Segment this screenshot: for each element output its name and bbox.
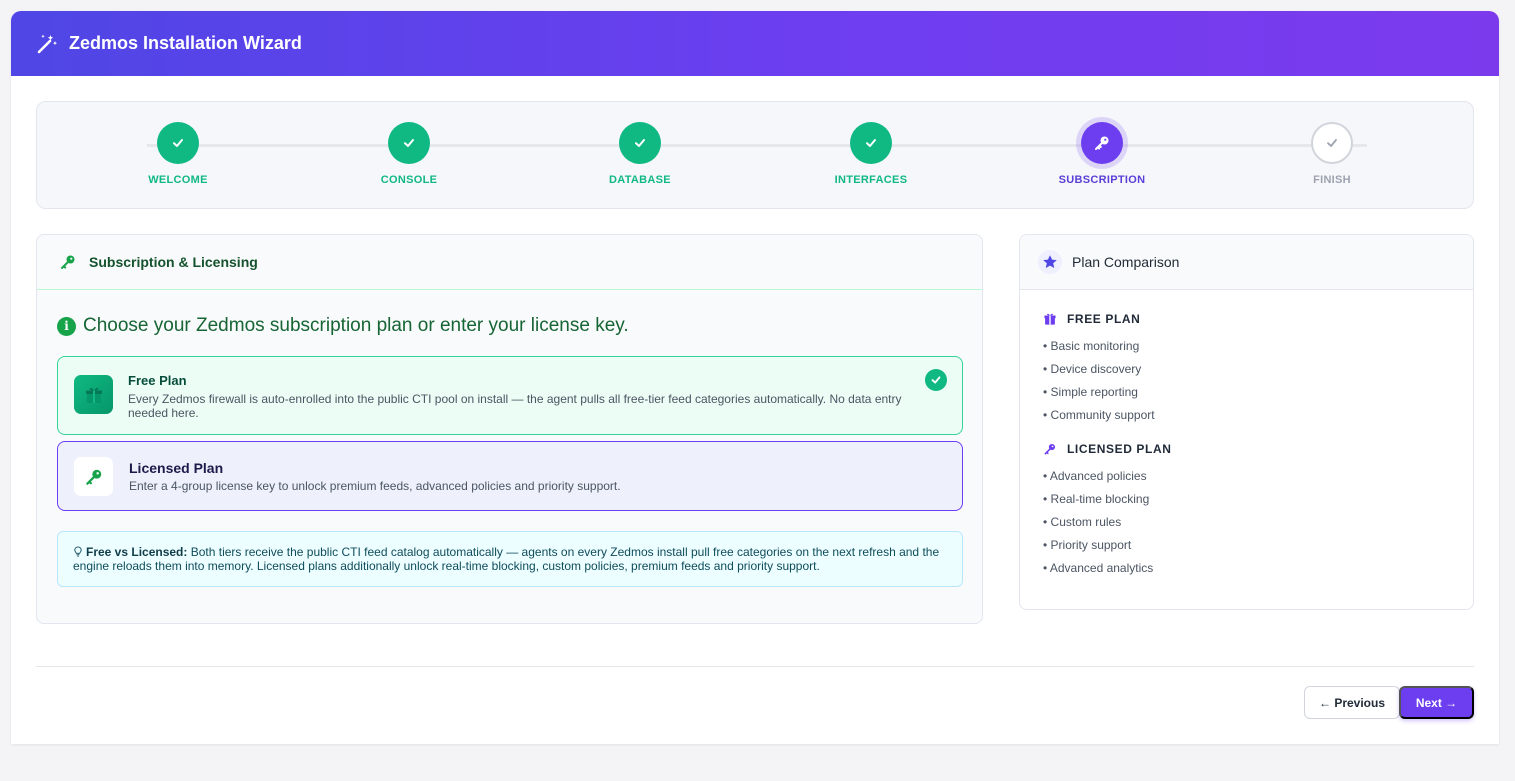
plan-description: Enter a 4-group license key to unlock pr… <box>129 479 621 493</box>
step-label: FINISH <box>1313 174 1351 186</box>
step-console[interactable]: CONSOLE <box>329 122 489 186</box>
plan-title: Free Plan <box>128 373 187 388</box>
plan-description: Every Zedmos firewall is auto-enrolled i… <box>128 392 902 420</box>
key-icon <box>57 251 79 273</box>
licensed-feature-item: • Priority support <box>1043 538 1132 552</box>
gift-icon <box>1043 312 1057 326</box>
plan-comparison-title: Plan Comparison <box>1072 254 1180 270</box>
step-label: DATABASE <box>609 174 671 186</box>
magic-wand-icon <box>37 34 58 53</box>
step-database[interactable]: DATABASE <box>560 122 720 186</box>
free-plan-section-title: FREE PLAN <box>1067 312 1141 326</box>
step-pending-circle <box>1311 122 1353 164</box>
step-label: CONSOLE <box>380 174 438 186</box>
step-subscription[interactable]: SUBSCRIPTION <box>1022 122 1182 186</box>
check-icon <box>866 139 876 147</box>
licensed-plan-section-title: LICENSED PLAN <box>1067 442 1172 456</box>
step-interfaces[interactable]: INTERFACES <box>791 122 951 186</box>
footer-divider <box>36 666 1474 667</box>
subscription-card-title: Subscription & Licensing <box>89 254 258 270</box>
subscription-card-header: Subscription & Licensing <box>37 235 982 290</box>
step-complete-circle <box>850 122 892 164</box>
step-complete-circle <box>157 122 199 164</box>
key-icon <box>1095 136 1109 150</box>
wizard-header: Zedmos Installation Wizard <box>11 11 1499 76</box>
check-icon <box>635 139 645 147</box>
plan-info-tip: Free vs Licensed: Both tiers receive the… <box>57 531 963 587</box>
check-icon <box>173 139 183 147</box>
check-icon <box>404 139 414 147</box>
licensed-feature-item: • Advanced policies <box>1043 469 1147 483</box>
free-plan-section-header: FREE PLAN <box>1043 312 1140 326</box>
tip-label: Free vs Licensed: <box>86 545 188 559</box>
step-complete-circle <box>619 122 661 164</box>
previous-button[interactable]: ← Previous <box>1304 686 1400 719</box>
selected-check-icon <box>925 369 947 391</box>
plan-comparison-card: Plan Comparison FREE PLAN • Basic monito… <box>1019 234 1474 610</box>
free-feature-item: • Community support <box>1043 408 1155 422</box>
wizard-title: Zedmos Installation Wizard <box>69 33 302 53</box>
licensed-plan-option[interactable]: Licensed Plan Enter a 4-group license ke… <box>57 441 963 511</box>
next-button[interactable]: Next → <box>1399 686 1474 719</box>
free-feature-item: • Device discovery <box>1043 362 1142 376</box>
wizard-window: Zedmos Installation Wizard WELCOME CONSO… <box>11 11 1499 744</box>
free-feature-item: • Simple reporting <box>1043 385 1138 399</box>
progress-stepper: WELCOME CONSOLE DATABASE INTERFACES SUBS… <box>36 101 1474 209</box>
licensed-plan-section-header: LICENSED PLAN <box>1043 442 1171 456</box>
step-complete-circle <box>388 122 430 164</box>
licensed-feature-item: • Advanced analytics <box>1043 561 1154 575</box>
step-active-circle <box>1081 122 1123 164</box>
step-label: SUBSCRIPTION <box>1058 174 1146 186</box>
free-feature-item: • Basic monitoring <box>1043 339 1140 353</box>
check-icon <box>1327 139 1337 147</box>
intro-text-row: i Choose your Zedmos subscription plan o… <box>57 315 629 337</box>
step-finish[interactable]: FINISH <box>1252 122 1412 186</box>
free-plan-option[interactable]: Free Plan Every Zedmos firewall is auto-… <box>57 356 963 435</box>
plan-title: Licensed Plan <box>129 460 224 476</box>
subscription-card: Subscription & Licensing i Choose your Z… <box>36 234 983 624</box>
intro-text: Choose your Zedmos subscription plan or … <box>83 315 629 336</box>
gift-icon <box>74 375 113 414</box>
step-label: WELCOME <box>148 174 208 186</box>
lightbulb-icon <box>74 546 82 557</box>
step-welcome[interactable]: WELCOME <box>98 122 258 186</box>
tip-text: Both tiers receive the public CTI feed c… <box>73 545 940 573</box>
licensed-feature-item: • Real-time blocking <box>1043 492 1150 506</box>
star-icon <box>1038 250 1062 274</box>
key-icon <box>74 457 113 496</box>
info-icon: i <box>57 316 76 336</box>
step-label: INTERFACES <box>834 174 908 186</box>
key-icon <box>1043 442 1057 456</box>
plan-comparison-header: Plan Comparison <box>1020 235 1473 290</box>
licensed-feature-item: • Custom rules <box>1043 515 1122 529</box>
